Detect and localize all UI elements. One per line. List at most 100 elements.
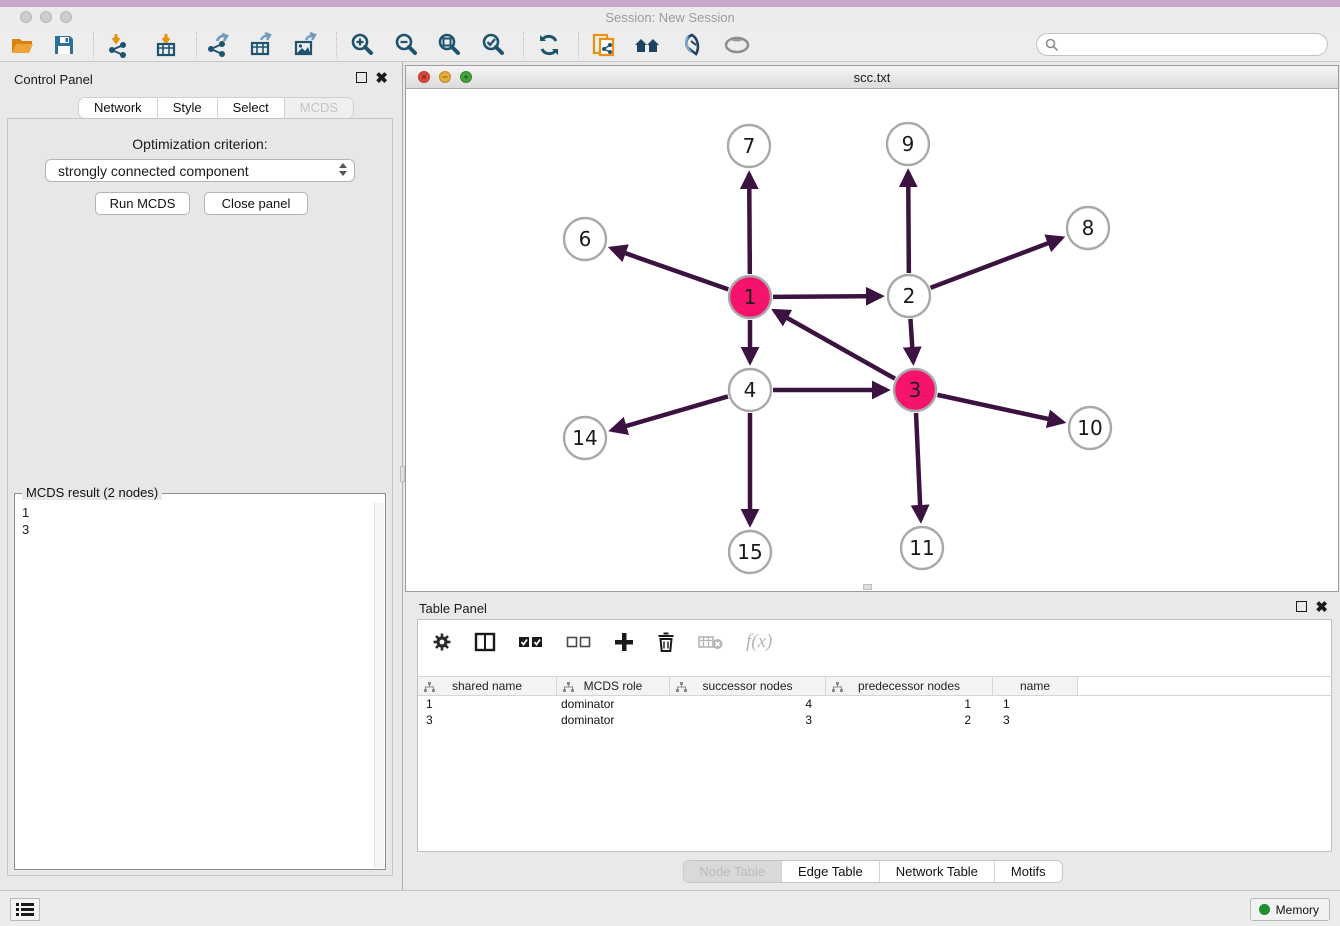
cell-successor: 3: [670, 713, 826, 727]
show-hide-icon[interactable]: [723, 31, 751, 59]
column-header-successor-nodes[interactable]: successor nodes: [670, 677, 826, 695]
edge-3-10[interactable]: [937, 395, 1062, 422]
tab-style[interactable]: Style: [158, 98, 218, 118]
edge-1-6[interactable]: [611, 248, 728, 289]
select-all-check-icon[interactable]: [518, 632, 544, 652]
edge-3-1[interactable]: [774, 311, 895, 379]
column-header-predecessor-nodes[interactable]: predecessor nodes: [826, 677, 993, 695]
close-panel-button[interactable]: Close panel: [204, 192, 308, 215]
apply-function-icon[interactable]: f(x): [746, 631, 772, 653]
table-tabs: Node Table Edge Table Network Table Moti…: [682, 860, 1062, 883]
node-label-1: 1: [744, 285, 757, 309]
memory-status-icon: [1259, 904, 1270, 915]
column-header-name[interactable]: name: [993, 677, 1078, 695]
node-table-container: f(x) shared name MCDS role successor nod…: [417, 619, 1332, 852]
desktop-strip: [0, 0, 1340, 7]
node-label-15: 15: [737, 540, 762, 564]
network-window-titlebar[interactable]: × − + scc.txt: [406, 66, 1338, 89]
result-scrollbar[interactable]: [374, 503, 384, 868]
delete-column-icon[interactable]: [656, 631, 676, 653]
edge-2-8[interactable]: [931, 238, 1062, 288]
list-icon: [15, 902, 35, 917]
split-table-icon[interactable]: [474, 632, 496, 652]
criterion-select[interactable]: strongly connected component: [45, 159, 355, 182]
table-close-icon[interactable]: ✖: [1315, 602, 1328, 613]
deselect-all-check-icon[interactable]: [566, 632, 592, 652]
fx-label: f(x): [746, 631, 772, 653]
tab-motifs[interactable]: Motifs: [995, 861, 1062, 882]
zoom-selected-icon[interactable]: [479, 31, 507, 59]
status-bar: Memory: [0, 890, 1340, 926]
app-titlebar: Session: New Session: [0, 7, 1340, 28]
export-image-icon[interactable]: [291, 31, 319, 59]
add-column-icon[interactable]: [614, 632, 634, 652]
node-label-11: 11: [909, 536, 934, 560]
network-canvas[interactable]: 7968124314101511: [406, 89, 1338, 591]
close-panel-icon[interactable]: ✖: [375, 73, 388, 84]
edge-3-11[interactable]: [916, 413, 921, 520]
export-table-icon[interactable]: [247, 31, 275, 59]
export-network-icon[interactable]: [204, 31, 232, 59]
edges-layer: [611, 172, 1062, 524]
node-label-8: 8: [1082, 216, 1095, 240]
task-history-button[interactable]: [10, 898, 40, 921]
control-panel: Control Panel ✖ Network Style Select MCD…: [0, 62, 400, 890]
column-header-shared-name[interactable]: shared name: [418, 677, 557, 695]
toolbar-separator: [93, 32, 94, 58]
node-label-7: 7: [743, 134, 756, 158]
memory-button[interactable]: Memory: [1250, 898, 1330, 921]
paint-style-icon[interactable]: [678, 31, 706, 59]
node-label-9: 9: [902, 132, 915, 156]
edge-4-14[interactable]: [612, 396, 728, 430]
refresh-icon[interactable]: [535, 31, 563, 59]
cell-mcds-role: dominator: [557, 697, 670, 711]
cell-shared-name: 3: [418, 713, 557, 727]
network-resize-handle[interactable]: [863, 584, 872, 590]
main-toolbar: [0, 28, 1340, 62]
tab-mcds[interactable]: MCDS: [285, 98, 353, 118]
control-panel-tabs: Network Style Select MCDS: [78, 97, 354, 119]
tab-network[interactable]: Network: [79, 98, 158, 118]
ndex-home-icon[interactable]: [634, 31, 662, 59]
clone-network-icon[interactable]: [590, 31, 618, 59]
edge-1-2[interactable]: [773, 296, 881, 297]
open-session-icon[interactable]: [8, 31, 36, 59]
network-title: scc.txt: [406, 70, 1338, 85]
tab-edge-table[interactable]: Edge Table: [782, 861, 880, 882]
edge-2-9[interactable]: [908, 172, 909, 273]
save-session-icon[interactable]: [50, 31, 78, 59]
control-panel-title: Control Panel: [14, 72, 93, 87]
toolbar-separator: [578, 32, 579, 58]
edge-2-3[interactable]: [910, 319, 913, 362]
tab-network-table[interactable]: Network Table: [880, 861, 995, 882]
zoom-out-icon[interactable]: [392, 31, 420, 59]
cell-successor: 4: [670, 697, 826, 711]
cell-mcds-role: dominator: [557, 713, 670, 727]
table-row[interactable]: 3 dominator 3 2 3: [418, 712, 1331, 728]
zoom-fit-icon[interactable]: [435, 31, 463, 59]
import-network-icon[interactable]: [104, 31, 132, 59]
cell-name: 3: [993, 713, 1078, 727]
tab-select[interactable]: Select: [218, 98, 285, 118]
table-header-row: shared name MCDS role successor nodes pr…: [418, 676, 1331, 696]
import-table-icon[interactable]: [152, 31, 180, 59]
table-settings-icon[interactable]: [432, 632, 452, 652]
table-panel: Table Panel ✖: [405, 595, 1340, 890]
zoom-in-icon[interactable]: [348, 31, 376, 59]
search-box[interactable]: [1036, 33, 1328, 56]
toolbar-separator: [336, 32, 337, 58]
table-row[interactable]: 1 dominator 4 1 1: [418, 696, 1331, 712]
delete-table-icon[interactable]: [698, 632, 724, 652]
node-label-4: 4: [744, 378, 757, 402]
select-stepper-icon: [339, 163, 347, 176]
column-header-mcds-role[interactable]: MCDS role: [557, 677, 670, 695]
tab-node-table[interactable]: Node Table: [683, 861, 782, 882]
memory-label: Memory: [1276, 903, 1319, 917]
table-float-icon[interactable]: [1296, 601, 1307, 612]
column-type-icon: [563, 682, 574, 693]
float-panel-icon[interactable]: [356, 72, 367, 83]
node-label-6: 6: [579, 227, 592, 251]
run-mcds-button[interactable]: Run MCDS: [95, 192, 190, 215]
edge-1-7[interactable]: [749, 174, 750, 274]
search-input[interactable]: [1064, 37, 1327, 52]
